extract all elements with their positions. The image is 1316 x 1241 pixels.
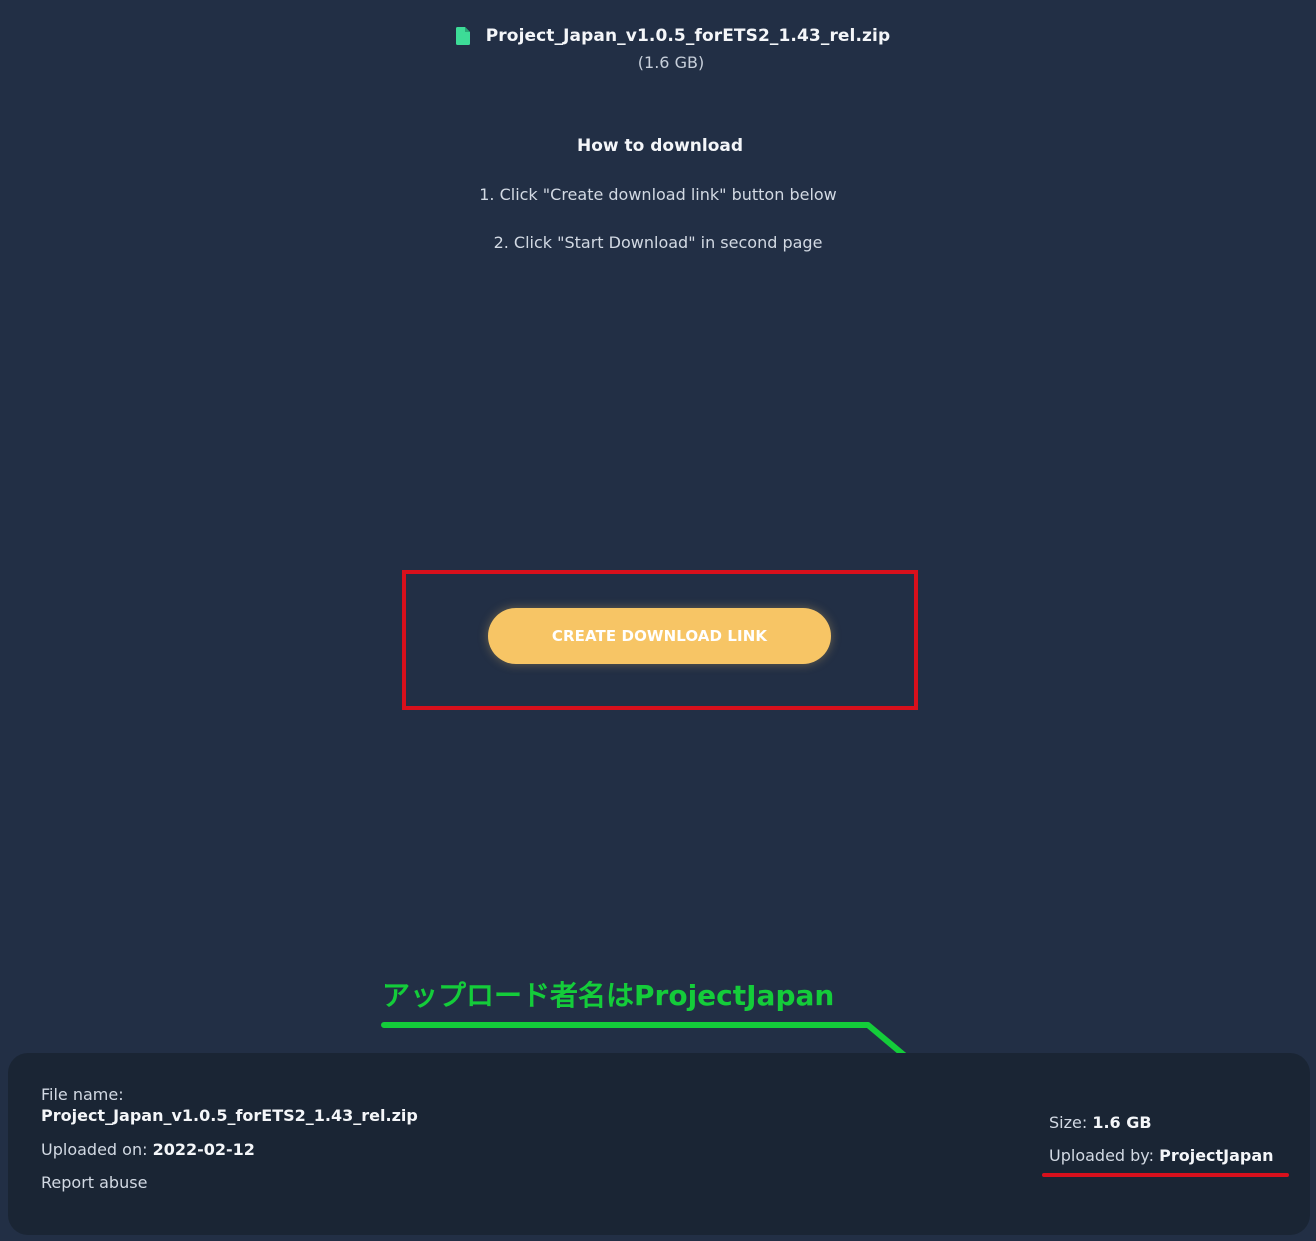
uploaded-by-value: ProjectJapan <box>1159 1146 1274 1165</box>
file-size: (1.6 GB) <box>637 53 705 72</box>
uploaded-by-row: Uploaded by: ProjectJapan <box>1049 1146 1274 1165</box>
file-title-row: Project_Japan_v1.0.5_forETS2_1.43_rel.zi… <box>455 26 891 46</box>
size-row: Size: 1.6 GB <box>1049 1113 1274 1132</box>
file-title: Project_Japan_v1.0.5_forETS2_1.43_rel.zi… <box>485 26 891 46</box>
uploaded-by-label: Uploaded by: <box>1049 1146 1154 1165</box>
size-label: Size: <box>1049 1113 1088 1132</box>
size-value: 1.6 GB <box>1092 1113 1152 1132</box>
uploaded-on-value: 2022-02-12 <box>152 1140 255 1159</box>
file-name-label: File name: <box>41 1085 124 1104</box>
file-name-value: Project_Japan_v1.0.5_forETS2_1.43_rel.zi… <box>41 1106 418 1125</box>
report-abuse-link[interactable]: Report abuse <box>41 1173 418 1192</box>
uploaded-on-label: Uploaded on: <box>41 1140 148 1159</box>
file-details-left: File name: Project_Japan_v1.0.5_forETS2_… <box>41 1085 418 1192</box>
create-download-link-button[interactable]: CREATE DOWNLOAD LINK <box>488 608 831 664</box>
how-to-step-1: 1. Click "Create download link" button b… <box>479 185 837 204</box>
file-header: Project_Japan_v1.0.5_forETS2_1.43_rel.zi… <box>0 26 1316 72</box>
file-icon <box>455 27 470 45</box>
file-details-panel: File name: Project_Japan_v1.0.5_forETS2_… <box>8 1053 1310 1235</box>
how-to-download: How to download 1. Click "Create downloa… <box>0 136 1316 252</box>
how-to-step-2: 2. Click "Start Download" in second page <box>493 233 823 252</box>
file-details-right: Size: 1.6 GB Uploaded by: ProjectJapan <box>1049 1113 1274 1165</box>
annotation-uploader-note: アップロード者名はProjectJapan <box>382 979 835 1012</box>
how-to-title: How to download <box>576 136 744 156</box>
download-page: Project_Japan_v1.0.5_forETS2_1.43_rel.zi… <box>0 0 1316 1241</box>
uploaded-on-row: Uploaded on: 2022-02-12 <box>41 1140 418 1159</box>
